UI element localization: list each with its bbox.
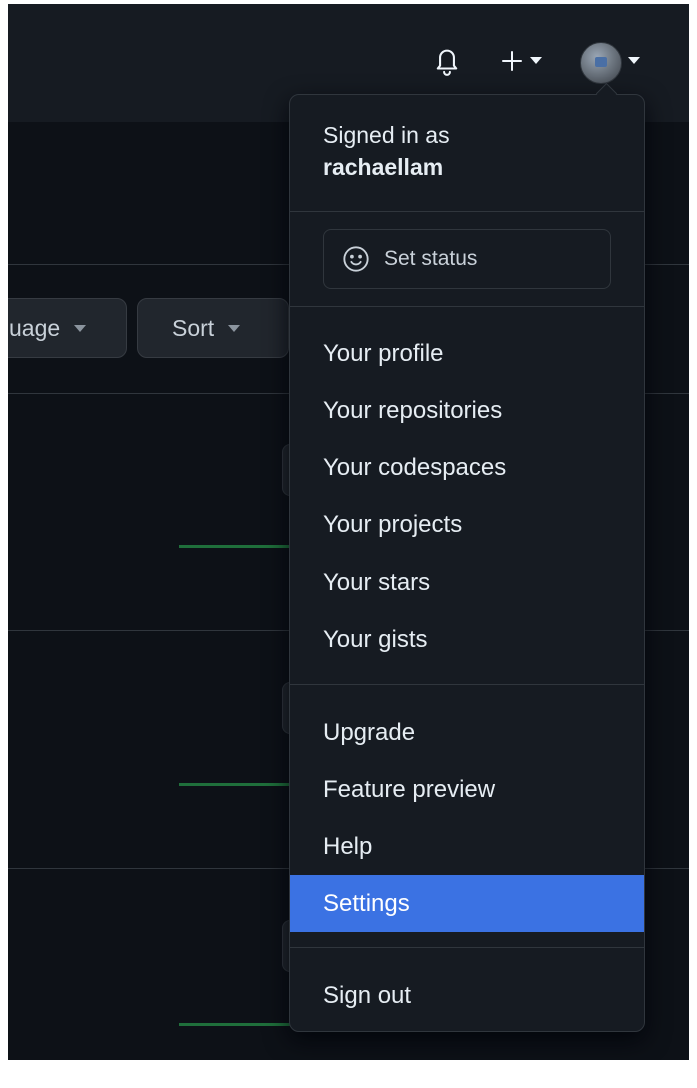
frame-border <box>0 0 697 4</box>
menu-item-your-stars[interactable]: Your stars <box>290 554 644 611</box>
language-filter-label: uage <box>9 314 61 341</box>
menu-item-label: Your stars <box>323 568 431 596</box>
signed-in-label: Signed in as rachaellam <box>323 119 450 183</box>
language-filter-button[interactable]: uage <box>0 298 127 358</box>
menu-item-label: Help <box>323 832 373 860</box>
menu-item-label: Your repositories <box>323 396 503 424</box>
menu-divider <box>290 211 644 212</box>
menu-item-help[interactable]: Help <box>290 818 644 875</box>
caret-down-icon <box>228 324 241 332</box>
menu-item-label: Your profile <box>323 339 444 367</box>
caret-down-icon[interactable] <box>626 52 642 70</box>
frame-border <box>0 1060 697 1088</box>
menu-item-your-projects[interactable]: Your projects <box>290 496 644 553</box>
menu-item-label: Feature preview <box>323 775 496 803</box>
caret-down-icon <box>74 324 87 332</box>
caret-down-icon[interactable] <box>528 52 544 70</box>
activity-graph-line <box>179 783 291 786</box>
menu-item-label: Settings <box>323 889 410 917</box>
menu-divider <box>290 306 644 307</box>
menu-item-your-repositories[interactable]: Your repositories <box>290 382 644 439</box>
username: rachaellam <box>323 154 444 180</box>
menu-item-feature-preview[interactable]: Feature preview <box>290 761 644 818</box>
frame-border <box>0 0 8 1088</box>
signed-in-prefix: Signed in as <box>323 122 450 148</box>
menu-item-your-gists[interactable]: Your gists <box>290 611 644 668</box>
menu-item-label: Upgrade <box>323 718 416 746</box>
menu-item-label: Your projects <box>323 510 463 538</box>
set-status-button[interactable]: Set status <box>323 229 611 289</box>
github-page: uage Sort Signed in as rachaellam Set st… <box>0 0 697 1088</box>
set-status-label: Set status <box>384 247 478 270</box>
activity-graph-line <box>179 1023 291 1026</box>
menu-divider <box>290 684 644 685</box>
plus-icon[interactable] <box>498 44 526 78</box>
user-menu-dropdown: Signed in as rachaellam Set status Your … <box>289 94 645 1032</box>
menu-item-label: Sign out <box>323 981 412 1009</box>
sort-filter-label: Sort <box>172 314 215 341</box>
bell-icon[interactable] <box>430 44 464 78</box>
menu-item-your-profile[interactable]: Your profile <box>290 325 644 382</box>
menu-divider <box>290 947 644 948</box>
menu-item-label: Your gists <box>323 625 428 653</box>
menu-item-label: Your codespaces <box>323 453 507 481</box>
frame-border <box>689 0 697 1088</box>
menu-item-your-codespaces[interactable]: Your codespaces <box>290 439 644 496</box>
smiley-icon <box>342 245 370 273</box>
sign-out-button[interactable]: Sign out <box>290 967 644 1024</box>
sort-filter-button[interactable]: Sort <box>137 298 289 358</box>
activity-graph-line <box>179 545 291 548</box>
menu-item-upgrade[interactable]: Upgrade <box>290 704 644 761</box>
avatar[interactable] <box>580 42 622 84</box>
menu-item-settings[interactable]: Settings <box>290 875 644 932</box>
